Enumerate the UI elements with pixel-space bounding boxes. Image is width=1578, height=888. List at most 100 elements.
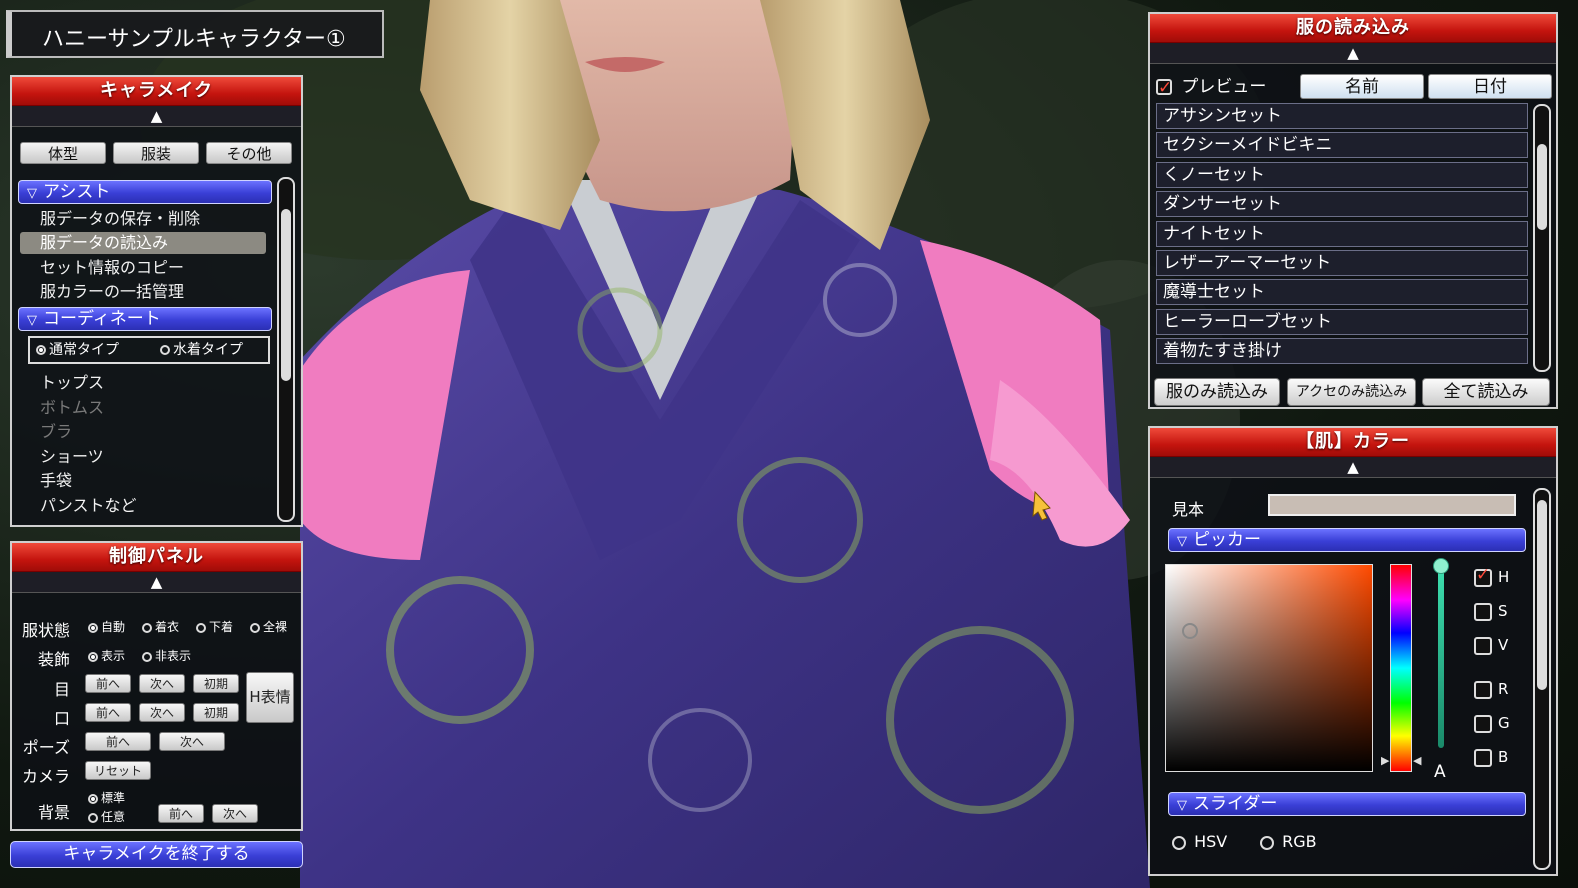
- clothes-list-item[interactable]: ヒーラーローブセット: [1156, 308, 1528, 335]
- eye-prev-button[interactable]: 前へ: [85, 674, 131, 693]
- alpha-slider-knob[interactable]: [1433, 558, 1449, 574]
- channel-label: R: [1498, 680, 1509, 698]
- channel-label: S: [1498, 602, 1508, 620]
- load-clothes-only-button[interactable]: 服のみ読込み: [1154, 378, 1280, 406]
- clothes-list-item[interactable]: セクシーメイドビキニ: [1156, 132, 1528, 159]
- hue-slider[interactable]: [1390, 564, 1412, 772]
- clothes-list-item[interactable]: ナイトセット: [1156, 220, 1528, 247]
- tab-clothes[interactable]: 服装: [113, 142, 199, 164]
- scrollbar-thumb[interactable]: [1537, 500, 1547, 690]
- radio-swim-type[interactable]: 水着タイプ: [160, 338, 243, 362]
- clothes-list-item[interactable]: ダンサーセット: [1156, 191, 1528, 218]
- clothes-list-item[interactable]: 着物たすき掛け: [1156, 338, 1528, 365]
- clothes-load-title: 服の読み込み: [1150, 14, 1556, 43]
- option-label: 着衣: [155, 620, 180, 634]
- option-label: 標準: [101, 791, 126, 805]
- saturation-value-picker[interactable]: [1165, 564, 1373, 772]
- hue-marker-right-icon[interactable]: ◀: [1413, 754, 1421, 767]
- clothes-state-nude[interactable]: 全裸: [250, 618, 287, 635]
- background-prev-button[interactable]: 前へ: [158, 804, 204, 823]
- h-expression-button[interactable]: H表情: [246, 672, 294, 723]
- coordinate-item[interactable]: ボトムス: [20, 397, 266, 419]
- clothes-list-scrollbar[interactable]: [1533, 104, 1551, 372]
- collapse-arrow-icon[interactable]: ▲: [12, 572, 301, 593]
- eye-next-button[interactable]: 次へ: [139, 674, 185, 693]
- clothes-state-underwear[interactable]: 下着: [196, 618, 233, 635]
- channel-label: B: [1498, 748, 1509, 766]
- coordinate-item[interactable]: ブラ: [20, 421, 266, 443]
- background-custom[interactable]: 任意: [88, 808, 125, 825]
- mode-hsv-radio[interactable]: HSV: [1172, 832, 1227, 851]
- clothes-state-dressed[interactable]: 着衣: [142, 618, 179, 635]
- sort-by-name-button[interactable]: 名前: [1300, 74, 1424, 99]
- mouth-prev-button[interactable]: 前へ: [85, 703, 131, 722]
- pose-prev-button[interactable]: 前へ: [85, 732, 151, 751]
- channel-checkbox-s[interactable]: S: [1474, 602, 1508, 621]
- radio-normal-type[interactable]: 通常タイプ: [36, 338, 119, 362]
- accessory-hide[interactable]: 非表示: [142, 647, 191, 664]
- channel-checkbox-b[interactable]: B: [1474, 748, 1508, 767]
- preview-toggle[interactable]: プレビュー: [1156, 75, 1296, 100]
- preview-checkbox[interactable]: [1156, 76, 1172, 100]
- load-accessories-only-button[interactable]: アクセのみ読込み: [1287, 378, 1416, 406]
- charamake-scrollbar[interactable]: [277, 177, 295, 522]
- coordinate-section-header[interactable]: ▽ コーディネート: [18, 307, 272, 331]
- scrollbar-thumb[interactable]: [281, 209, 291, 381]
- expand-triangle-icon: ▽: [1177, 798, 1187, 813]
- tab-other[interactable]: その他: [206, 142, 292, 164]
- pose-label: ポーズ: [22, 738, 70, 757]
- collapse-arrow-icon[interactable]: ▲: [1150, 43, 1556, 64]
- load-all-button[interactable]: 全て読込み: [1422, 378, 1550, 406]
- background-next-button[interactable]: 次へ: [212, 804, 258, 823]
- channel-checkbox-r[interactable]: R: [1474, 680, 1508, 699]
- collapse-arrow-icon[interactable]: ▲: [1150, 457, 1556, 478]
- tab-body[interactable]: 体型: [20, 142, 106, 164]
- channel-checkbox-h[interactable]: H: [1474, 566, 1509, 587]
- exit-charamake-button[interactable]: キャラメイクを終了する: [10, 841, 303, 868]
- sample-color-swatch[interactable]: [1268, 494, 1516, 516]
- accessory-show[interactable]: 表示: [88, 647, 125, 664]
- menu-item-load-clothes[interactable]: 服データの読込み: [20, 232, 266, 254]
- skin-color-scrollbar[interactable]: [1533, 488, 1551, 870]
- pose-next-button[interactable]: 次へ: [159, 732, 225, 751]
- mode-rgb-radio[interactable]: RGB: [1260, 832, 1317, 851]
- channel-checkbox-g[interactable]: G: [1474, 714, 1510, 733]
- picker-header-label: ピッカー: [1193, 530, 1261, 550]
- expand-triangle-icon: ▽: [27, 186, 37, 201]
- mouth-next-button[interactable]: 次へ: [139, 703, 185, 722]
- clothes-load-panel: 服の読み込み ▲ プレビュー 名前 日付 アサシンセットセクシーメイドビキニくノ…: [1148, 12, 1558, 409]
- eye-initial-button[interactable]: 初期: [193, 674, 239, 693]
- eye-label: 目: [53, 680, 70, 699]
- clothes-list-item[interactable]: くノーセット: [1156, 161, 1528, 188]
- coordinate-item[interactable]: 手袋: [20, 470, 266, 492]
- clothes-list-item[interactable]: レザーアーマーセット: [1156, 250, 1528, 276]
- checkbox-icon: [1474, 714, 1492, 733]
- coordinate-item[interactable]: パンストなど: [20, 495, 266, 517]
- coordinate-type-selector: 通常タイプ 水着タイプ: [28, 336, 270, 364]
- menu-item-save-delete[interactable]: 服データの保存・削除: [20, 208, 266, 230]
- mouth-initial-button[interactable]: 初期: [193, 703, 239, 722]
- channel-checkbox-v[interactable]: V: [1474, 636, 1508, 655]
- background-standard[interactable]: 標準: [88, 789, 125, 806]
- expand-triangle-icon: ▽: [27, 313, 37, 328]
- coordinate-item[interactable]: トップス: [20, 372, 266, 394]
- menu-item-copy-set[interactable]: セット情報のコピー: [20, 257, 266, 279]
- clothes-state-auto[interactable]: 自動: [88, 618, 125, 635]
- expand-triangle-icon: ▽: [1177, 534, 1187, 549]
- clothes-list-item[interactable]: アサシンセット: [1156, 103, 1528, 129]
- coordinate-item[interactable]: ショーツ: [20, 446, 266, 468]
- camera-label: カメラ: [21, 767, 70, 786]
- collapse-arrow-icon[interactable]: ▲: [12, 106, 301, 127]
- camera-reset-button[interactable]: リセット: [85, 761, 151, 780]
- picker-cursor-icon[interactable]: [1182, 623, 1198, 639]
- scrollbar-thumb[interactable]: [1537, 144, 1547, 230]
- clothes-list-item[interactable]: 魔導士セット: [1156, 279, 1528, 306]
- assist-section-header[interactable]: ▽ アシスト: [18, 180, 272, 204]
- slider-section-header[interactable]: ▽ スライダー: [1168, 792, 1526, 816]
- sort-by-date-button[interactable]: 日付: [1428, 74, 1552, 99]
- normal-type-label: 通常タイプ: [49, 342, 119, 358]
- picker-section-header[interactable]: ▽ ピッカー: [1168, 528, 1526, 552]
- alpha-slider[interactable]: [1438, 564, 1444, 748]
- hue-marker-left-icon[interactable]: ▶: [1381, 754, 1389, 767]
- menu-item-color-manage[interactable]: 服カラーの一括管理: [20, 281, 266, 303]
